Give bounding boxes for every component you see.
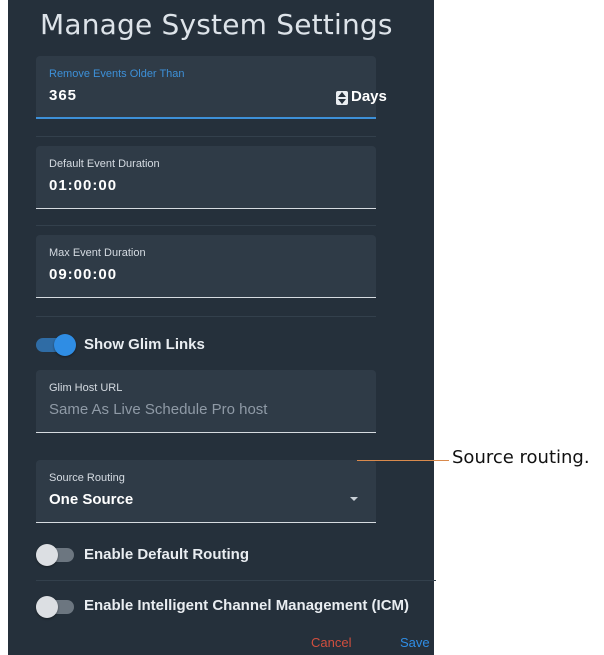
enable-default-routing-toggle[interactable] (36, 544, 76, 566)
divider (36, 580, 436, 581)
enable-icm-label: Enable Intelligent Channel Management (I… (84, 597, 410, 614)
enable-default-routing-label: Enable Default Routing (84, 546, 249, 563)
remove-events-label: Remove Events Older Than (49, 68, 185, 80)
chevron-down-icon[interactable] (350, 497, 358, 501)
show-glim-links-toggle[interactable] (36, 334, 76, 356)
divider (36, 136, 376, 137)
save-button[interactable]: Save (400, 635, 430, 650)
source-routing-select[interactable]: Source Routing One Source (36, 460, 376, 523)
glim-host-url-input[interactable]: Same As Live Schedule Pro host (49, 401, 267, 418)
callout-label: Source routing. (452, 447, 590, 468)
remove-events-value[interactable]: 365 (49, 87, 77, 104)
number-stepper-icon[interactable] (336, 91, 348, 105)
max-event-duration-value[interactable]: 09:00:00 (49, 266, 117, 283)
divider (36, 316, 376, 317)
max-event-duration-label: Max Event Duration (49, 247, 146, 259)
divider (36, 225, 376, 226)
toggle-knob (54, 334, 76, 356)
max-event-duration-field[interactable]: Max Event Duration 09:00:00 (36, 235, 376, 298)
glim-host-url-field[interactable]: Glim Host URL Same As Live Schedule Pro … (36, 370, 376, 433)
show-glim-links-label: Show Glim Links (84, 336, 205, 353)
default-event-duration-field[interactable]: Default Event Duration 01:00:00 (36, 146, 376, 209)
toggle-knob (36, 596, 58, 618)
enable-icm-toggle[interactable] (36, 596, 76, 618)
dialog-title: Manage System Settings (40, 8, 393, 41)
remove-events-unit: Days (351, 88, 387, 105)
cancel-button[interactable]: Cancel (311, 635, 351, 650)
toggle-knob (36, 544, 58, 566)
callout-line (357, 460, 449, 461)
default-event-duration-value[interactable]: 01:00:00 (49, 177, 117, 194)
glim-host-url-label: Glim Host URL (49, 382, 123, 394)
remove-events-field[interactable]: Remove Events Older Than 365 Days (36, 56, 387, 119)
source-routing-label: Source Routing (49, 472, 125, 484)
default-event-duration-label: Default Event Duration (49, 158, 160, 170)
settings-dialog: Manage System Settings Remove Events Old… (8, 0, 436, 655)
source-routing-value: One Source (49, 491, 134, 508)
